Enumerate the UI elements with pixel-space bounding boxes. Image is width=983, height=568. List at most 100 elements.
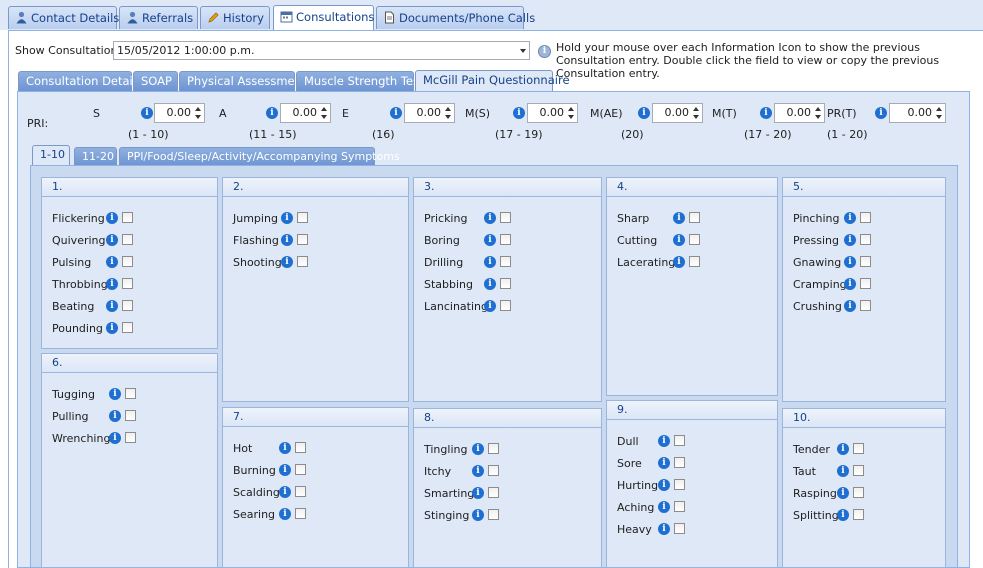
info-icon[interactable]: i — [658, 457, 670, 469]
spin-down-icon[interactable] — [693, 115, 699, 119]
descriptor-checkbox[interactable] — [674, 501, 685, 512]
descriptor-checkbox[interactable] — [853, 509, 864, 520]
descriptor-checkbox[interactable] — [488, 509, 499, 520]
info-icon[interactable]: i — [390, 107, 402, 119]
spin-down-icon[interactable] — [445, 115, 451, 119]
info-icon[interactable]: i — [279, 486, 291, 498]
descriptor-checkbox[interactable] — [500, 278, 511, 289]
descriptor-checkbox[interactable] — [860, 212, 871, 223]
subtab-mcgill-pain-questionnaire[interactable]: McGill Pain Questionnaire — [415, 70, 570, 92]
info-icon[interactable]: i — [279, 508, 291, 520]
info-icon[interactable]: i — [106, 300, 118, 312]
tab-consultations[interactable]: Consultations — [273, 5, 374, 30]
descriptor-checkbox[interactable] — [689, 234, 700, 245]
info-icon[interactable]: i — [281, 212, 293, 224]
descriptor-checkbox[interactable] — [674, 435, 685, 446]
descriptor-checkbox[interactable] — [674, 479, 685, 490]
pri-e-spinner[interactable]: 0.00 — [404, 103, 455, 123]
descriptor-checkbox[interactable] — [500, 212, 511, 223]
info-icon[interactable]: i — [513, 107, 525, 119]
info-icon[interactable]: i — [638, 107, 650, 119]
descriptor-checkbox[interactable] — [122, 300, 133, 311]
info-icon[interactable]: i — [472, 443, 484, 455]
descriptor-checkbox[interactable] — [295, 442, 306, 453]
spin-up-icon[interactable] — [321, 107, 327, 111]
descriptor-checkbox[interactable] — [295, 486, 306, 497]
subtab-consultation-details[interactable]: Consultation Details — [18, 71, 142, 91]
descriptor-checkbox[interactable] — [122, 212, 133, 223]
chevron-down-icon[interactable] — [520, 49, 526, 53]
spin-up-icon[interactable] — [936, 107, 942, 111]
info-icon[interactable]: i — [875, 107, 887, 119]
info-icon[interactable]: i — [266, 107, 278, 119]
descriptor-checkbox[interactable] — [122, 234, 133, 245]
pri-prt-spinner[interactable]: 0.00 — [889, 103, 946, 123]
tab-referrals[interactable]: Referrals — [119, 6, 198, 29]
descriptor-checkbox[interactable] — [297, 234, 308, 245]
spin-up-icon[interactable] — [815, 107, 821, 111]
info-icon[interactable]: i — [106, 212, 118, 224]
descriptor-checkbox[interactable] — [297, 256, 308, 267]
info-icon[interactable]: i — [484, 300, 496, 312]
descriptor-checkbox[interactable] — [500, 234, 511, 245]
info-icon[interactable]: i — [844, 234, 856, 246]
tab-documents-phone-calls[interactable]: Documents/Phone Calls — [376, 6, 535, 29]
spin-up-icon[interactable] — [195, 107, 201, 111]
pri-ms-spinner[interactable]: 0.00 — [527, 103, 578, 123]
descriptor-checkbox[interactable] — [125, 410, 136, 421]
info-icon[interactable]: i — [837, 509, 849, 521]
info-icon[interactable]: i — [106, 322, 118, 334]
info-icon[interactable]: i — [658, 501, 670, 513]
descriptor-checkbox[interactable] — [860, 278, 871, 289]
info-icon[interactable]: i — [279, 464, 291, 476]
spin-up-icon[interactable] — [445, 107, 451, 111]
info-icon[interactable]: i — [844, 256, 856, 268]
info-icon[interactable]: i — [837, 465, 849, 477]
pri-a-spinner[interactable]: 0.00 — [280, 103, 331, 123]
info-icon[interactable]: i — [484, 278, 496, 290]
spin-down-icon[interactable] — [936, 115, 942, 119]
descriptor-checkbox[interactable] — [295, 464, 306, 475]
descriptor-checkbox[interactable] — [122, 256, 133, 267]
descriptor-checkbox[interactable] — [860, 256, 871, 267]
descriptor-checkbox[interactable] — [122, 278, 133, 289]
info-icon[interactable]: i — [484, 212, 496, 224]
info-icon[interactable]: i — [658, 435, 670, 447]
info-icon[interactable]: i — [658, 479, 670, 491]
info-icon[interactable]: i — [484, 234, 496, 246]
info-icon[interactable]: i — [844, 278, 856, 290]
info-icon[interactable]: i — [106, 278, 118, 290]
tab-history[interactable]: History — [200, 6, 270, 29]
info-icon[interactable]: i — [837, 443, 849, 455]
info-icon[interactable]: i — [106, 234, 118, 246]
descriptor-checkbox[interactable] — [500, 300, 511, 311]
descriptor-checkbox[interactable] — [500, 256, 511, 267]
descriptor-checkbox[interactable] — [295, 508, 306, 519]
info-icon[interactable]: i — [281, 256, 293, 268]
descriptor-checkbox[interactable] — [860, 300, 871, 311]
pri-mae-spinner[interactable]: 0.00 — [652, 103, 703, 123]
spin-down-icon[interactable] — [195, 115, 201, 119]
info-icon[interactable]: i — [484, 256, 496, 268]
consultation-dropdown[interactable]: 15/05/2012 1:00:00 p.m. — [113, 41, 530, 60]
descriptor-checkbox[interactable] — [125, 388, 136, 399]
info-icon[interactable]: i — [760, 107, 772, 119]
info-icon[interactable]: i — [658, 523, 670, 535]
pri-s-spinner[interactable]: 0.00 — [154, 103, 205, 123]
info-icon[interactable]: i — [109, 432, 121, 444]
info-icon[interactable]: i — [472, 465, 484, 477]
descriptor-checkbox[interactable] — [125, 432, 136, 443]
tab-contact-details[interactable]: Contact Details — [8, 6, 119, 29]
descriptor-checkbox[interactable] — [488, 443, 499, 454]
descriptor-checkbox[interactable] — [674, 523, 685, 534]
tab-1-10[interactable]: 1-10 — [32, 145, 70, 166]
subtab-physical-assessment[interactable]: Physical Assessment — [179, 71, 306, 91]
info-icon[interactable]: i — [472, 487, 484, 499]
info-icon[interactable]: i — [844, 300, 856, 312]
descriptor-checkbox[interactable] — [689, 256, 700, 267]
descriptor-checkbox[interactable] — [122, 322, 133, 333]
descriptor-checkbox[interactable] — [860, 234, 871, 245]
descriptor-checkbox[interactable] — [297, 212, 308, 223]
info-icon[interactable]: i — [472, 509, 484, 521]
info-icon[interactable]: i — [673, 212, 685, 224]
